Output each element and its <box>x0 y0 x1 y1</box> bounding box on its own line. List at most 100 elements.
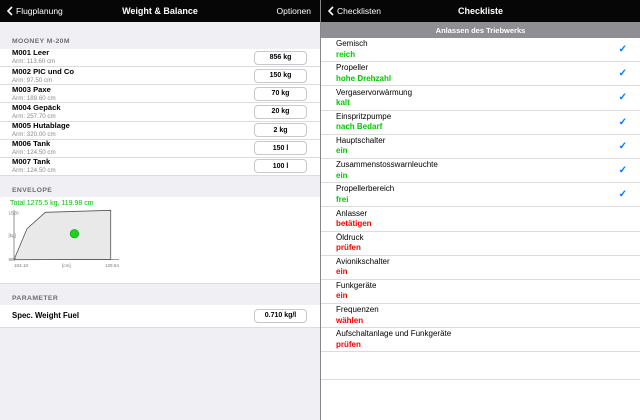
weight-value-field[interactable]: 100 l <box>254 159 307 173</box>
weight-row-arm: Arm: 189.60 cm <box>12 95 56 102</box>
weight-row[interactable]: M007 Tank Arm: 124.50 cm 100 l <box>0 158 320 176</box>
checklist-item-title: Hauptschalter <box>336 136 385 146</box>
weight-value-field[interactable]: 70 kg <box>254 87 307 101</box>
weight-row-text: M005 Hutablage Arm: 320.00 cm <box>12 122 70 138</box>
parameter-value-field[interactable]: 0.710 kg/l <box>254 309 307 323</box>
checklist-row[interactable]: Frequenzen wählen ✓ <box>321 304 640 328</box>
options-button[interactable]: Optionen <box>277 6 321 16</box>
checklist-item-title: Öldruck <box>336 233 364 243</box>
checklist-row[interactable]: Funkgeräte ein ✓ <box>321 280 640 304</box>
checklist-item-title: Propellerbereich <box>336 184 394 194</box>
weight-row[interactable]: M003 Paxe Arm: 189.60 cm 70 kg <box>0 85 320 103</box>
checklist-row-text: Anlasser betätigen <box>336 209 372 230</box>
envelope-section-header: ENVELOPE <box>0 176 320 197</box>
back-button-flugplanung[interactable]: Flugplanung <box>0 6 63 16</box>
weight-row[interactable]: M004 Gepäck Arm: 257.70 cm 20 kg <box>0 103 320 121</box>
checklist-row[interactable]: Avionikschalter ein ✓ <box>321 256 640 280</box>
weight-row-title: M003 Paxe <box>12 86 56 95</box>
weight-row[interactable]: M005 Hutablage Arm: 320.00 cm 2 kg <box>0 122 320 140</box>
checklist-item-title: Avionikschalter <box>336 257 390 267</box>
envelope-xmax-label: 129.54 <box>105 263 119 268</box>
weight-value-field[interactable]: 20 kg <box>254 105 307 119</box>
parameter-row[interactable]: Spec. Weight Fuel 0.710 kg/l <box>0 305 320 328</box>
checklist-item-action: kalt <box>336 98 412 108</box>
checkmark-icon: ✓ <box>619 189 627 200</box>
envelope-block: Total 1275.5 kg, 119.98 cm 1528 [kg] 987… <box>0 197 320 284</box>
weight-row-arm: Arm: 257.70 cm <box>12 113 61 120</box>
checklist-row[interactable]: Öldruck prüfen ✓ <box>321 232 640 256</box>
checklist-row[interactable]: Zusammenstosswarnleuchte ein ✓ <box>321 159 640 183</box>
back-label: Flugplanung <box>16 6 63 16</box>
weight-row-text: M006 Tank Arm: 124.50 cm <box>12 140 56 156</box>
weight-value-field[interactable]: 2 kg <box>254 123 307 137</box>
back-button-checklisten[interactable]: Checklisten <box>321 6 381 16</box>
checklist-row[interactable]: Propeller hohe Drehzahl ✓ <box>321 62 640 86</box>
checklist-item-action: ein <box>336 171 438 181</box>
checklist-end-spacer <box>321 352 640 380</box>
checklist-row-text: Vergaservorwärmung kalt <box>336 88 412 109</box>
checklist-item-action: ein <box>336 146 385 156</box>
weight-row-text: M002 PIC und Co Arm: 97.50 cm <box>12 68 74 84</box>
weight-row-title: M007 Tank <box>12 158 56 167</box>
chevron-left-icon <box>7 6 13 16</box>
weight-value-field[interactable]: 150 l <box>254 141 307 155</box>
checklist-row[interactable]: Propellerbereich frei ✓ <box>321 183 640 207</box>
back-label: Checklisten <box>337 6 381 16</box>
envelope-polygon <box>14 210 111 259</box>
weight-row[interactable]: M001 Leer Arm: 113.60 cm 856 kg <box>0 49 320 67</box>
checklist-item-title: Funkgeräte <box>336 281 376 291</box>
right-navbar: Checklisten Checkliste <box>321 0 640 22</box>
weight-row-title: M002 PIC und Co <box>12 68 74 77</box>
checklist-item-title: Gemisch <box>336 39 368 49</box>
weight-value-field[interactable]: 150 kg <box>254 69 307 83</box>
checklist-item-title: Vergaservorwärmung <box>336 88 412 98</box>
checklist-row[interactable]: Einspritzpumpe nach Bedarf ✓ <box>321 111 640 135</box>
checklist-row[interactable]: Aufschaltanlage und Funkgeräte prüfen ✓ <box>321 328 640 352</box>
checklist-row-text: Einspritzpumpe nach Bedarf <box>336 112 391 133</box>
checklist-row[interactable]: Vergaservorwärmung kalt ✓ <box>321 86 640 110</box>
checkmark-icon: ✓ <box>619 44 627 55</box>
checklist-row-text: Propeller hohe Drehzahl <box>336 63 391 84</box>
checklist-item-action: prüfen <box>336 340 451 350</box>
weight-row-arm: Arm: 124.50 cm <box>12 149 56 156</box>
split-view-app: Flugplanung Weight & Balance Optionen MO… <box>0 0 640 420</box>
checkmark-icon: ✓ <box>619 141 627 152</box>
checklist-row[interactable]: Anlasser betätigen ✓ <box>321 207 640 231</box>
aircraft-section-header: MOONEY M-20M <box>0 22 320 49</box>
weight-row-arm: Arm: 97.50 cm <box>12 77 74 84</box>
checklist-item-action: betätigen <box>336 219 372 229</box>
weight-row-title: M001 Leer <box>12 49 55 58</box>
envelope-total-label: Total 1275.5 kg, 119.98 cm <box>10 200 320 207</box>
weight-row-text: M003 Paxe Arm: 189.60 cm <box>12 86 56 102</box>
checkmark-icon: ✓ <box>619 165 627 176</box>
checklist-item-action: nach Bedarf <box>336 122 391 132</box>
checklist-item-action: prüfen <box>336 243 364 253</box>
checklist-row-text: Avionikschalter ein <box>336 257 390 278</box>
weight-row-title: M005 Hutablage <box>12 122 70 131</box>
left-navbar: Flugplanung Weight & Balance Optionen <box>0 0 320 22</box>
checklist-item-title: Einspritzpumpe <box>336 112 391 122</box>
parameter-section-header: PARAMETER <box>0 284 320 305</box>
checklist-item-action: ein <box>336 291 376 301</box>
envelope-ymax-label: 1528 <box>9 210 20 215</box>
checkmark-icon: ✓ <box>619 117 627 128</box>
checklist-item-title: Frequenzen <box>336 305 379 315</box>
weight-value-field[interactable]: 856 kg <box>254 51 307 65</box>
checklist-row-text: Frequenzen wählen <box>336 305 379 326</box>
envelope-chart: 1528 [kg] 987 104.10 [cm] 129.54 <box>8 208 148 272</box>
weight-balance-panel: Flugplanung Weight & Balance Optionen MO… <box>0 0 320 420</box>
checklist-item-title: Zusammenstosswarnleuchte <box>336 160 438 170</box>
checklist-row[interactable]: Hauptschalter ein ✓ <box>321 135 640 159</box>
checklist-item-title: Aufschaltanlage und Funkgeräte <box>336 329 451 339</box>
checklist-item-action: hohe Drehzahl <box>336 74 391 84</box>
checklist-row-text: Öldruck prüfen <box>336 233 364 254</box>
weight-row-text: M001 Leer Arm: 113.60 cm <box>12 49 55 65</box>
weight-row[interactable]: M006 Tank Arm: 124.50 cm 150 l <box>0 140 320 158</box>
checklist-item-title: Anlasser <box>336 209 372 219</box>
checklist-row[interactable]: Gemisch reich ✓ <box>321 38 640 62</box>
checklist-item-action: ein <box>336 267 390 277</box>
weight-row-title: M006 Tank <box>12 140 56 149</box>
weight-row[interactable]: M002 PIC und Co Arm: 97.50 cm 150 kg <box>0 67 320 85</box>
weight-row-arm: Arm: 320.00 cm <box>12 131 70 138</box>
checklist-section-bar: Anlassen des Triebwerks <box>321 22 640 38</box>
